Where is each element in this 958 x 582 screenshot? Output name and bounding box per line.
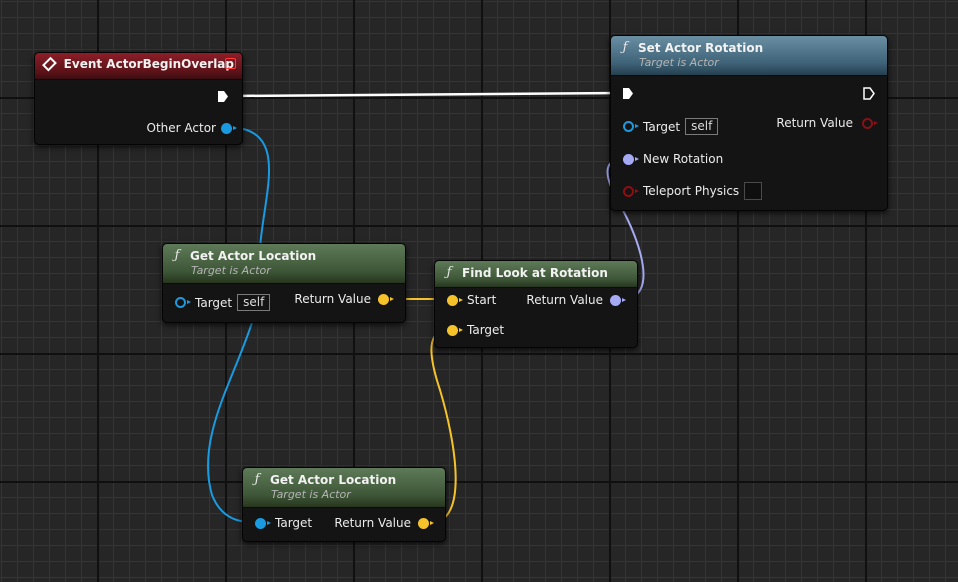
vector-pin-icon xyxy=(447,324,463,336)
node-title: Get Actor Location xyxy=(270,472,397,487)
pin-label: Return Value xyxy=(776,116,853,130)
set-actor-rotation-node[interactable]: ƒ Set Actor Rotation Target is Actor Tar… xyxy=(610,35,888,211)
function-f-icon: ƒ xyxy=(174,248,180,263)
target-pin[interactable]: Target self xyxy=(623,118,719,135)
pin-label: Start xyxy=(467,293,497,307)
return-value-pin[interactable]: Return Value xyxy=(294,292,394,306)
teleport-physics-checkbox[interactable] xyxy=(744,182,763,200)
other-actor-pin[interactable]: Other Actor xyxy=(146,121,237,135)
function-f-icon: ƒ xyxy=(622,40,628,55)
node-title: Set Actor Rotation xyxy=(638,40,764,55)
node-header: Event ActorBeginOverlap xyxy=(35,53,242,80)
close-square-icon xyxy=(225,58,236,69)
new-rotation-pin[interactable]: New Rotation xyxy=(623,152,723,166)
other-actor-wire xyxy=(206,126,270,524)
node-subtitle: Target is Actor xyxy=(639,56,719,69)
pin-label: Return Value xyxy=(334,516,411,530)
event-diamond-icon xyxy=(42,56,57,72)
return-value-pin[interactable]: Return Value xyxy=(334,516,434,530)
vector-pin-icon xyxy=(447,294,463,306)
node-subtitle: Target is Actor xyxy=(191,264,271,277)
vector-pin-icon xyxy=(378,293,394,305)
start-pin[interactable]: Start xyxy=(447,293,496,307)
exec-out-pin[interactable] xyxy=(217,90,229,103)
target-pin[interactable]: Target xyxy=(447,323,504,337)
pin-label: Target xyxy=(643,119,681,134)
exec-out-pin[interactable] xyxy=(863,87,875,100)
vector-pin-icon xyxy=(418,517,434,529)
node-header: ƒ Get Actor Location Target is Actor xyxy=(163,244,405,284)
pin-label: Teleport Physics xyxy=(643,184,740,198)
exec-in-pin[interactable] xyxy=(622,87,634,100)
event-actor-begin-overlap-node[interactable]: Event ActorBeginOverlap Other Actor xyxy=(34,52,243,145)
exec-pin-icon xyxy=(623,88,633,99)
bool-pin-icon xyxy=(623,185,639,197)
pin-label: New Rotation xyxy=(643,152,724,166)
target-pin[interactable]: Target xyxy=(255,516,312,530)
pin-label: Other Actor xyxy=(146,121,216,135)
target-pin[interactable]: Target self xyxy=(175,294,271,311)
object-pin-icon xyxy=(175,297,191,308)
object-pin-icon xyxy=(255,517,271,529)
return-value-pin[interactable]: Return Value xyxy=(776,116,878,130)
target-default-field[interactable]: self xyxy=(237,294,271,311)
node-title: Event ActorBeginOverlap xyxy=(63,57,234,71)
node-subtitle: Target is Actor xyxy=(271,488,351,501)
bool-pin-icon xyxy=(862,117,878,129)
get-actor-location-node-1[interactable]: ƒ Get Actor Location Target is Actor Tar… xyxy=(162,243,406,323)
exec-pin-icon xyxy=(218,91,228,102)
teleport-physics-pin[interactable]: Teleport Physics xyxy=(623,182,763,200)
node-title: Find Look at Rotation xyxy=(462,265,608,280)
object-pin-icon xyxy=(623,121,639,132)
pin-label: Return Value xyxy=(294,292,371,306)
get-actor-location-node-2[interactable]: ƒ Get Actor Location Target is Actor Tar… xyxy=(242,467,446,542)
rotator-pin-icon xyxy=(623,153,639,165)
node-header: ƒ Find Look at Rotation xyxy=(435,261,637,288)
function-f-icon: ƒ xyxy=(446,265,452,280)
function-f-icon: ƒ xyxy=(254,472,260,487)
pin-label: Target xyxy=(275,516,313,530)
node-title: Get Actor Location xyxy=(190,248,317,263)
target-default-field[interactable]: self xyxy=(685,118,719,135)
node-header: ƒ Set Actor Rotation Target is Actor xyxy=(611,36,887,76)
rotator-pin-icon xyxy=(610,294,626,306)
find-look-at-rotation-node[interactable]: ƒ Find Look at Rotation Start Return Val… xyxy=(434,260,638,348)
pin-label: Target xyxy=(467,323,505,337)
pin-label: Return Value xyxy=(526,293,603,307)
exec-pin-icon xyxy=(863,87,875,100)
object-pin-icon xyxy=(221,122,237,134)
node-header: ƒ Get Actor Location Target is Actor xyxy=(243,468,445,508)
exec-wire xyxy=(229,91,622,98)
pin-label: Target xyxy=(195,295,233,310)
return-value-pin[interactable]: Return Value xyxy=(526,293,626,307)
